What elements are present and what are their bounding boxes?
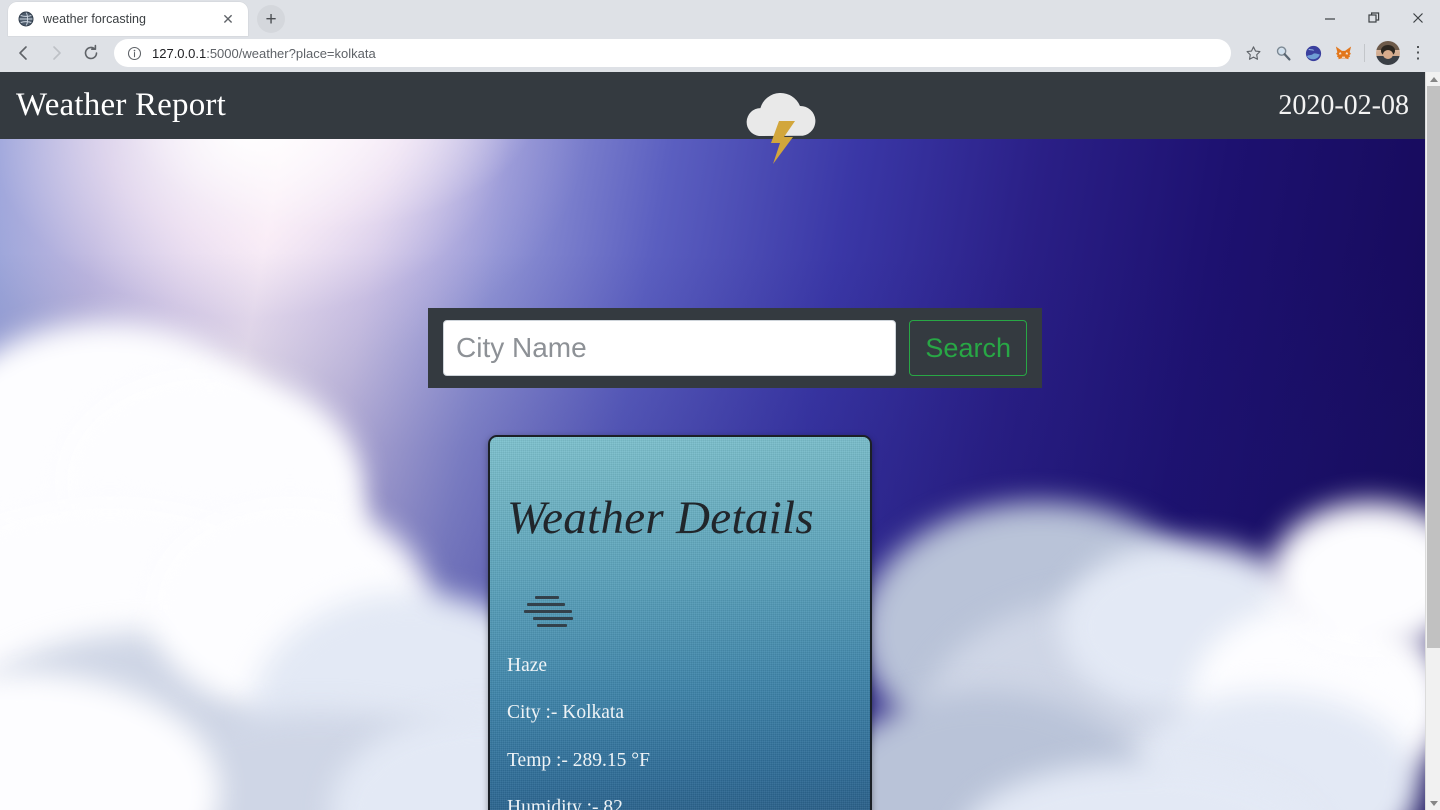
weather-condition: Haze [507, 655, 548, 676]
browser-window: weather forcasting ✕ + 127.0.0.1:5000/we… [0, 0, 1440, 810]
close-window-button[interactable] [1396, 2, 1440, 34]
thunderstorm-icon [733, 78, 829, 174]
forward-button[interactable] [42, 38, 72, 68]
back-button[interactable] [8, 38, 38, 68]
search-bar: Search [428, 308, 1042, 388]
close-icon[interactable]: ✕ [218, 9, 238, 29]
weather-details-card: Weather Details Haze City :- Kolkata Tem… [488, 435, 872, 810]
reload-button[interactable] [76, 38, 106, 68]
url-text: 127.0.0.1:5000/weather?place=kolkata [152, 46, 1223, 61]
browser-menu-icon[interactable]: ⋮ [1404, 39, 1432, 67]
browser-tab[interactable]: weather forcasting ✕ [8, 2, 248, 36]
page-viewport: Weather Report 2020-02-08 Search Weather… [0, 72, 1440, 810]
scroll-up-arrow-icon[interactable] [1426, 72, 1440, 86]
tab-strip: weather forcasting ✕ + [0, 0, 1440, 36]
info-icon[interactable] [126, 45, 142, 61]
current-date: 2020-02-08 [1278, 89, 1409, 121]
site-navbar: Weather Report 2020-02-08 [0, 72, 1425, 139]
page-title: Weather Report [16, 87, 226, 123]
maximize-restore-button[interactable] [1352, 2, 1396, 34]
card-title: Weather Details [507, 492, 814, 544]
globe-icon [18, 11, 34, 27]
url-path: :5000/weather?place=kolkata [206, 45, 376, 61]
window-controls [1308, 0, 1440, 36]
bookmark-star-icon[interactable] [1239, 39, 1267, 67]
browser-toolbar: 127.0.0.1:5000/weather?place=kolkata ⋮ [0, 36, 1440, 72]
page-scrollbar[interactable] [1425, 72, 1440, 810]
weather-city: City :- Kolkata [507, 702, 624, 724]
weather-temp: Temp :- 289.15 °F [507, 749, 650, 771]
new-tab-button[interactable]: + [257, 5, 285, 33]
haze-icon [523, 594, 581, 628]
blue-circle-extension-icon[interactable] [1299, 39, 1327, 67]
search-input[interactable] [443, 320, 897, 376]
scroll-down-arrow-icon[interactable] [1426, 796, 1440, 810]
web-page: Weather Report 2020-02-08 Search Weather… [0, 72, 1425, 810]
scrollbar-thumb[interactable] [1427, 86, 1440, 648]
weather-detail-list: Haze City :- Kolkata Temp :- 289.15 °F H… [507, 655, 870, 810]
weather-humidity: Humidity :- 82 [507, 797, 623, 810]
magnifier-extension-icon[interactable] [1269, 39, 1297, 67]
minimize-button[interactable] [1308, 2, 1352, 34]
avatar[interactable] [1374, 39, 1402, 67]
search-button[interactable]: Search [909, 320, 1027, 376]
tab-title: weather forcasting [43, 12, 147, 26]
url-host: 127.0.0.1 [152, 45, 207, 61]
toolbar-divider [1364, 44, 1365, 62]
metamask-fox-extension-icon[interactable] [1329, 39, 1357, 67]
address-bar[interactable]: 127.0.0.1:5000/weather?place=kolkata [114, 39, 1231, 67]
